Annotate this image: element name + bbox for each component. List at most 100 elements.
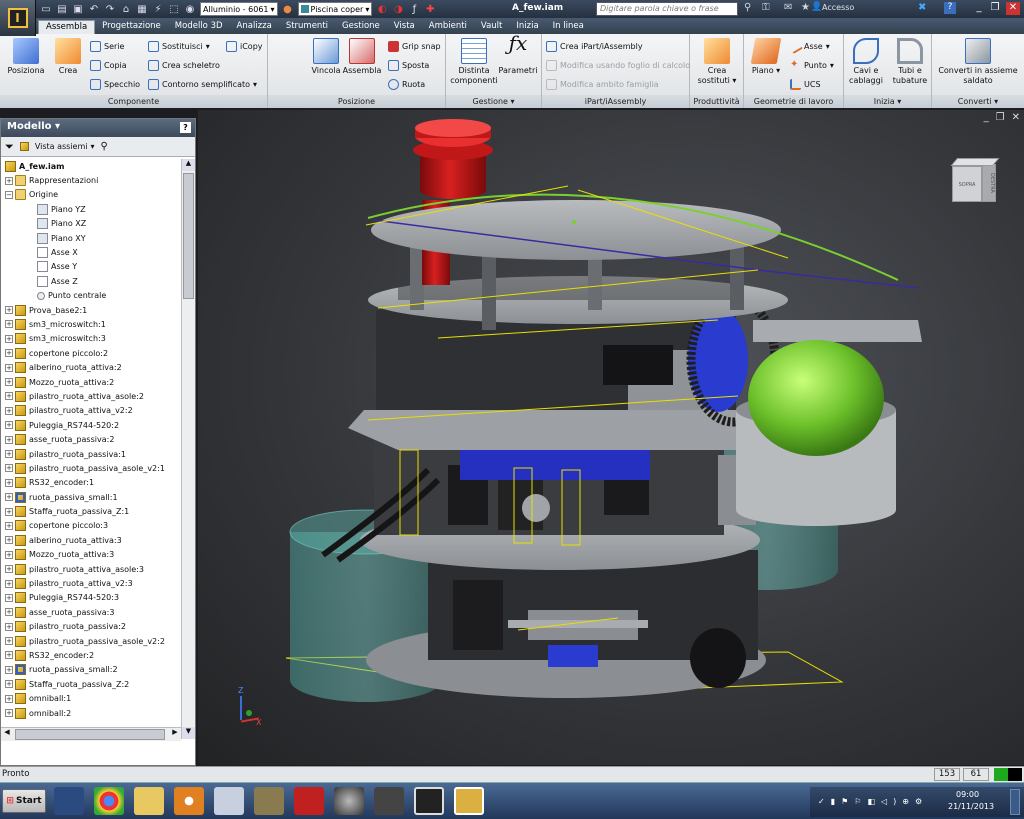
expand-toggle-icon[interactable]: + [5,565,13,574]
omniball-sphere[interactable] [748,340,884,456]
tree-node[interactable]: + RS32_encoder:2 [1,648,181,662]
expand-toggle-icon[interactable]: + [5,507,13,516]
pattern-button[interactable]: Serie [90,39,124,53]
pyrum-icon[interactable] [294,787,324,815]
tab-gestione[interactable]: Gestione [335,20,387,34]
browser-vertical-scrollbar[interactable]: ▲ ▼ [181,159,195,739]
scroll-up-button[interactable]: ▲ [182,159,195,171]
chrome-icon[interactable] [94,787,124,815]
book-app-icon[interactable] [374,787,404,815]
tree-node[interactable]: Piano YZ [1,202,181,216]
tree-node[interactable]: + pilastro_ruota_attiva_v2:3 [1,576,181,590]
expand-toggle-icon[interactable]: + [5,320,13,329]
tree-node[interactable]: Asse Z [1,274,181,288]
tree-root[interactable]: A_few.iam [1,159,181,173]
replace-button[interactable]: Sostituisci ▾ [148,39,210,53]
tab-analizza[interactable]: Analizza [230,20,279,34]
expand-toggle-icon[interactable]: + [5,478,13,487]
help-icon[interactable]: ? [180,122,191,133]
help-search-input[interactable]: Digitare parola chiave o frase [596,2,738,16]
expand-toggle-icon[interactable]: + [5,651,13,660]
browser-horizontal-scrollbar[interactable]: ◀ ▶ [1,727,181,741]
parameters-button[interactable]: ƒx Parametri [498,33,538,76]
help-button[interactable]: ? [944,2,956,14]
expand-toggle-icon[interactable]: + [5,349,13,358]
expand-toggle-icon[interactable]: − [5,190,13,199]
tree-node[interactable]: + pilastro_ruota_passiva:2 [1,620,181,634]
tree-node[interactable]: Piano XY [1,231,181,245]
expand-toggle-icon[interactable]: + [5,622,13,631]
expand-toggle-icon[interactable]: + [5,493,13,502]
sign-in-link[interactable]: Accesso [822,3,854,12]
new-file-icon[interactable]: ▭ [40,3,52,15]
edit-spreadsheet-button[interactable]: Modifica usando foglio di calcolo [546,58,690,72]
plane-button[interactable]: Piano ▾ [746,36,786,76]
lower-plate-2[interactable] [508,620,648,628]
scroll-thumb[interactable] [183,173,194,299]
tab-modello-3d[interactable]: Modello 3D [168,20,230,34]
open-folder-icon[interactable]: ▤ [56,3,68,15]
media-player-icon[interactable] [174,787,204,815]
tree-node[interactable]: − Origine [1,188,181,202]
binoculars-icon[interactable]: ⚲ [744,2,751,13]
mirror-button[interactable]: Specchio [90,77,140,91]
restore-button[interactable]: ❐ [988,2,1002,15]
show-desktop-button[interactable] [1010,789,1020,815]
tree-node[interactable]: + Staffa_ruota_passiva_Z:1 [1,504,181,518]
expand-toggle-icon[interactable]: + [5,392,13,401]
communication-icon[interactable]: ✉ [784,2,792,13]
clear-override-icon[interactable]: ◑ [392,3,404,15]
scroll-down-button[interactable]: ▼ [182,727,195,739]
tree-node[interactable]: + pilastro_ruota_passiva_asole_v2:2 [1,634,181,648]
work-point[interactable] [572,220,576,224]
material-select[interactable]: Alluminio - 6061 ▾ [200,2,278,16]
viewcube-front-face[interactable]: SOPRA [952,166,982,202]
scroll-left-button[interactable]: ◀ [1,728,13,741]
expand-toggle-icon[interactable]: + [5,464,13,473]
color-override-icon[interactable]: ◐ [376,3,388,15]
redo-icon[interactable]: ↷ [104,3,116,15]
ucs-button[interactable]: UCS [790,77,821,91]
tab-vault[interactable]: Vault [474,20,509,34]
filter-icon[interactable]: ⏷ [5,140,14,154]
expand-toggle-icon[interactable]: + [5,306,13,315]
viewcube-right-face[interactable]: DESTRA [982,164,996,202]
expand-toggle-icon[interactable]: + [5,550,13,559]
tree-node[interactable]: Piano XZ [1,217,181,231]
hscroll-thumb[interactable] [15,729,165,740]
tree-node[interactable]: + pilastro_ruota_passiva_asole_v2:1 [1,461,181,475]
expand-toggle-icon[interactable]: + [5,579,13,588]
gear[interactable] [522,494,550,522]
create-ipart-button[interactable]: Crea iPart/iAssembly [546,39,643,53]
blue-block[interactable] [548,645,598,667]
scroll-right-button[interactable]: ▶ [169,728,181,741]
close-button[interactable]: ✕ [1006,2,1020,15]
favorites-star-icon[interactable]: ★ [801,2,810,13]
chevron-down-icon[interactable]: ▾ [55,121,60,132]
parameters-fx-icon[interactable]: ƒ [408,3,420,15]
tree-node[interactable]: + Staffa_ruota_passiva_Z:2 [1,677,181,691]
cable-harness-button[interactable]: Cavi e cablaggi [846,36,886,86]
tab-assembla[interactable]: Assembla [38,20,96,34]
home-icon[interactable]: ⌂ [120,3,132,15]
expand-toggle-icon[interactable]: + [5,637,13,646]
tree-node[interactable]: + omniball:1 [1,691,181,705]
tab-ambienti[interactable]: Ambienti [422,20,474,34]
expand-toggle-icon[interactable]: + [5,694,13,703]
tree-node[interactable]: + copertone piccolo:3 [1,519,181,533]
application-menu-button[interactable]: I [0,0,36,36]
expand-toggle-icon[interactable]: + [5,450,13,458]
top-plate[interactable] [371,200,781,260]
blue-motor[interactable] [460,450,650,480]
inventor-2013-icon[interactable] [254,787,284,815]
find-binoculars-icon[interactable]: ⚲ [101,141,108,152]
motor-left[interactable] [453,580,503,650]
browser-header[interactable]: Modello ▾ ? [1,119,195,137]
tree-node[interactable]: + Puleggia_RS744-520:2 [1,418,181,432]
inventor-active-icon[interactable] [454,787,484,815]
edit-family-scope-button[interactable]: Modifica ambito famiglia [546,77,659,91]
tree-node[interactable]: + pilastro_ruota_passiva:1 [1,447,181,461]
tube-pipe-button[interactable]: Tubi e tubature [890,36,930,86]
extension-arm[interactable] [753,320,922,342]
expand-toggle-icon[interactable]: + [5,680,13,689]
